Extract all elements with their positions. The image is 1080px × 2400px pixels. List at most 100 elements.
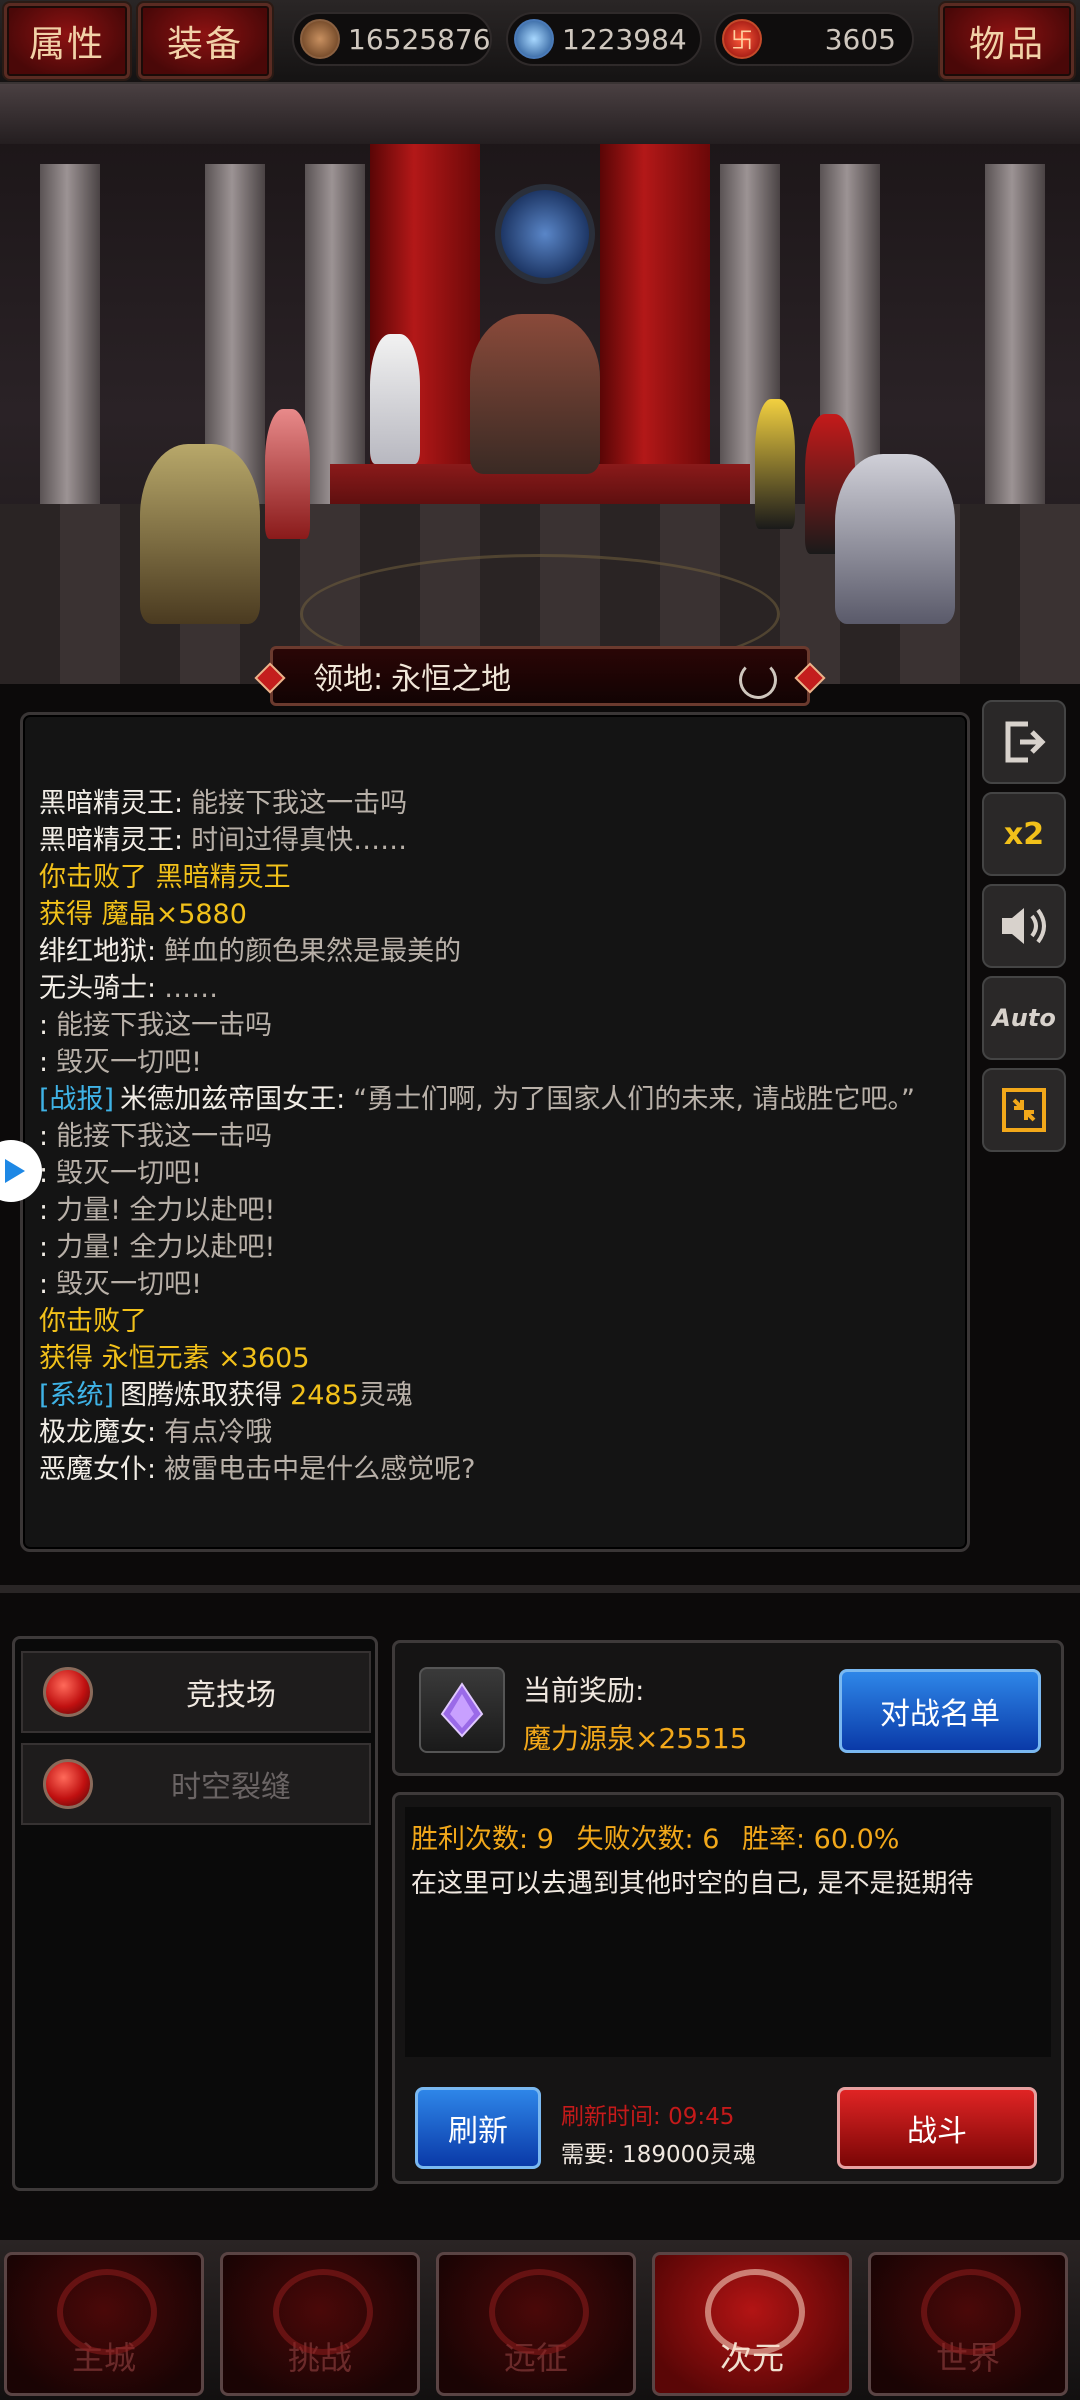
log-line: 恶魔女仆: 被雷电击中是什么感觉呢? — [39, 1451, 959, 1488]
resource-crystal: 1223984 — [506, 12, 702, 66]
log-gold: 你击败了 黑暗精灵王 — [39, 862, 291, 893]
section-divider — [0, 1585, 1080, 1593]
mode-list-panel: 竞技场 时空裂缝 — [12, 1636, 378, 2191]
rune-amount: 3605 — [824, 22, 896, 56]
resource-rune: 卐 3605 — [714, 12, 914, 66]
rate-label: 胜率: — [741, 1824, 806, 1855]
nav-challenge[interactable]: 挑战 — [220, 2252, 420, 2396]
auto-battle-button[interactable]: Auto — [982, 976, 1066, 1060]
collapse-icon — [1002, 1088, 1046, 1132]
pink-hair-character — [265, 409, 310, 539]
armored-knight — [140, 444, 260, 624]
log-who: : — [39, 1269, 49, 1300]
log-line: : 力量! 全力以赴吧! — [39, 1229, 959, 1266]
globe-emblem-icon — [921, 2269, 1021, 2355]
speed-x2-button[interactable]: x2 — [982, 792, 1066, 876]
nav-dimension[interactable]: 次元 — [652, 2252, 852, 2396]
battle-log: 黑暗精灵王: 能接下我这一击吗 黑暗精灵王: 时间过得真快…… 你击败了 黑暗精灵王 获得… — [39, 785, 959, 1488]
battle-list-button[interactable]: 对战名单 — [839, 1669, 1041, 1753]
items-button[interactable]: 物品 — [940, 3, 1074, 79]
fight-button[interactable]: 战斗 — [837, 2087, 1037, 2169]
arena-info-panel: 胜利次数: 9 失败次数: 6 胜率: 60.0% 在这里可以去遇到其他时空的自… — [392, 1792, 1064, 2184]
log-msg: 力量! 全力以赴吧! — [56, 1195, 276, 1226]
log-msg: 灵魂 — [358, 1380, 413, 1411]
bronze-coin-icon — [300, 19, 340, 59]
log-who: : — [39, 1232, 49, 1263]
log-line: : 能接下我这一击吗 — [39, 1007, 959, 1044]
territory-label: 领地: — [313, 662, 384, 697]
log-line: 获得 魔晶×5880 — [39, 896, 959, 933]
win-label: 胜利次数: — [411, 1824, 529, 1855]
reward-title: 当前奖励: — [523, 1674, 645, 1707]
nav-world[interactable]: 世界 — [868, 2252, 1068, 2396]
crystal-amount: 1223984 — [562, 22, 687, 56]
refresh-territory-icon[interactable] — [739, 661, 777, 699]
log-line: : 能接下我这一击吗 — [39, 1118, 959, 1155]
blue-orb-icon — [514, 19, 554, 59]
refresh-cost: 需要: 189000灵魂 — [561, 2135, 756, 2169]
log-msg: …… — [164, 973, 219, 1004]
red-orb-icon — [43, 1759, 93, 1809]
log-line: 无头骑士:…… — [39, 970, 959, 1007]
white-dress-character — [370, 334, 420, 464]
log-line: : 毁灭一切吧! — [39, 1044, 959, 1081]
round-window — [495, 184, 595, 284]
log-line: 极龙魔女: 有点冷哦 — [39, 1414, 959, 1451]
exit-icon — [1005, 721, 1046, 763]
log-who: 绯红地狱: — [39, 936, 157, 967]
log-line: [系统] 图腾炼取获得 2485灵魂 — [39, 1377, 959, 1414]
log-msg: 时间过得真快…… — [191, 825, 408, 856]
refresh-time: 刷新时间: 09:45 — [561, 2097, 734, 2131]
log-who: : — [39, 1121, 49, 1152]
gold-amount: 16525876 — [348, 22, 491, 56]
attributes-button[interactable]: 属性 — [4, 3, 130, 79]
throne-room-scene — [0, 84, 1080, 684]
refresh-time-label: 刷新时间: — [561, 2104, 661, 2130]
log-line: : 毁灭一切吧! — [39, 1266, 959, 1303]
territory-banner: 领地: 永恒之地 — [254, 646, 826, 706]
log-line: 获得 永恒元素 ×3605 — [39, 1340, 959, 1377]
win-loss-stats: 胜利次数: 9 失败次数: 6 胜率: 60.0% — [411, 1817, 899, 1856]
log-line: : 毁灭一切吧! — [39, 1155, 959, 1192]
log-msg: 被雷电击中是什么感觉呢? — [164, 1454, 476, 1485]
log-line: 你击败了 黑暗精灵王 — [39, 859, 959, 896]
reward-item: 魔力源泉×25515 — [523, 1722, 748, 1755]
battle-log-panel[interactable]: 黑暗精灵王: 能接下我这一击吗 黑暗精灵王: 时间过得真快…… 你击败了 黑暗精灵王 获得… — [20, 712, 970, 1552]
cost-value: 189000灵魂 — [622, 2142, 756, 2168]
resource-gold: 16525876 — [292, 12, 492, 66]
log-who: 无头骑士: — [39, 973, 157, 1004]
log-line: 你击败了 — [39, 1303, 959, 1340]
log-msg: 有点冷哦 — [164, 1417, 273, 1448]
loss-label: 失败次数: — [576, 1824, 694, 1855]
nav-expedition[interactable]: 远征 — [436, 2252, 636, 2396]
log-line: [战报] 米德加兹帝国女王: “勇士们啊, 为了国家人们的未来, 请战胜它吧。” — [39, 1081, 959, 1118]
collapse-button[interactable] — [982, 1068, 1066, 1152]
nav-main-city[interactable]: 主城 — [4, 2252, 204, 2396]
log-msg: 能接下我这一击吗 — [56, 1010, 273, 1041]
log-msg: 能接下我这一击吗 — [191, 788, 408, 819]
current-reward-panel: 当前奖励: 魔力源泉×25515 对战名单 — [392, 1640, 1064, 1776]
log-line: 黑暗精灵王: 时间过得真快…… — [39, 822, 959, 859]
log-msg: 毁灭一切吧! — [56, 1047, 202, 1078]
refresh-button[interactable]: 刷新 — [415, 2087, 541, 2169]
mode-spacetime-rift[interactable]: 时空裂缝 — [21, 1743, 371, 1825]
log-line: : 力量! 全力以赴吧! — [39, 1192, 959, 1229]
log-who: : — [39, 1047, 49, 1078]
speaker-icon — [1002, 908, 1046, 944]
red-orb-icon — [43, 1667, 93, 1717]
arena-info-content: 胜利次数: 9 失败次数: 6 胜率: 60.0% 在这里可以去遇到其他时空的自… — [405, 1807, 1051, 2057]
ceiling — [0, 84, 1080, 144]
bottom-navigation: 主城 挑战 远征 次元 世界 — [0, 2240, 1080, 2400]
log-msg: 能接下我这一击吗 — [56, 1121, 273, 1152]
flag-emblem-icon — [489, 2269, 589, 2355]
log-tag: [战报] — [39, 1084, 115, 1115]
exit-button[interactable] — [982, 700, 1066, 784]
sound-button[interactable] — [982, 884, 1066, 968]
throne-boss — [470, 314, 600, 474]
reward-item-icon — [419, 1667, 505, 1753]
log-who: : — [39, 1195, 49, 1226]
equipment-button[interactable]: 装备 — [138, 3, 272, 79]
mode-arena[interactable]: 竞技场 — [21, 1651, 371, 1733]
log-gold: 你击败了 — [39, 1306, 147, 1337]
log-who: : — [39, 1010, 49, 1041]
